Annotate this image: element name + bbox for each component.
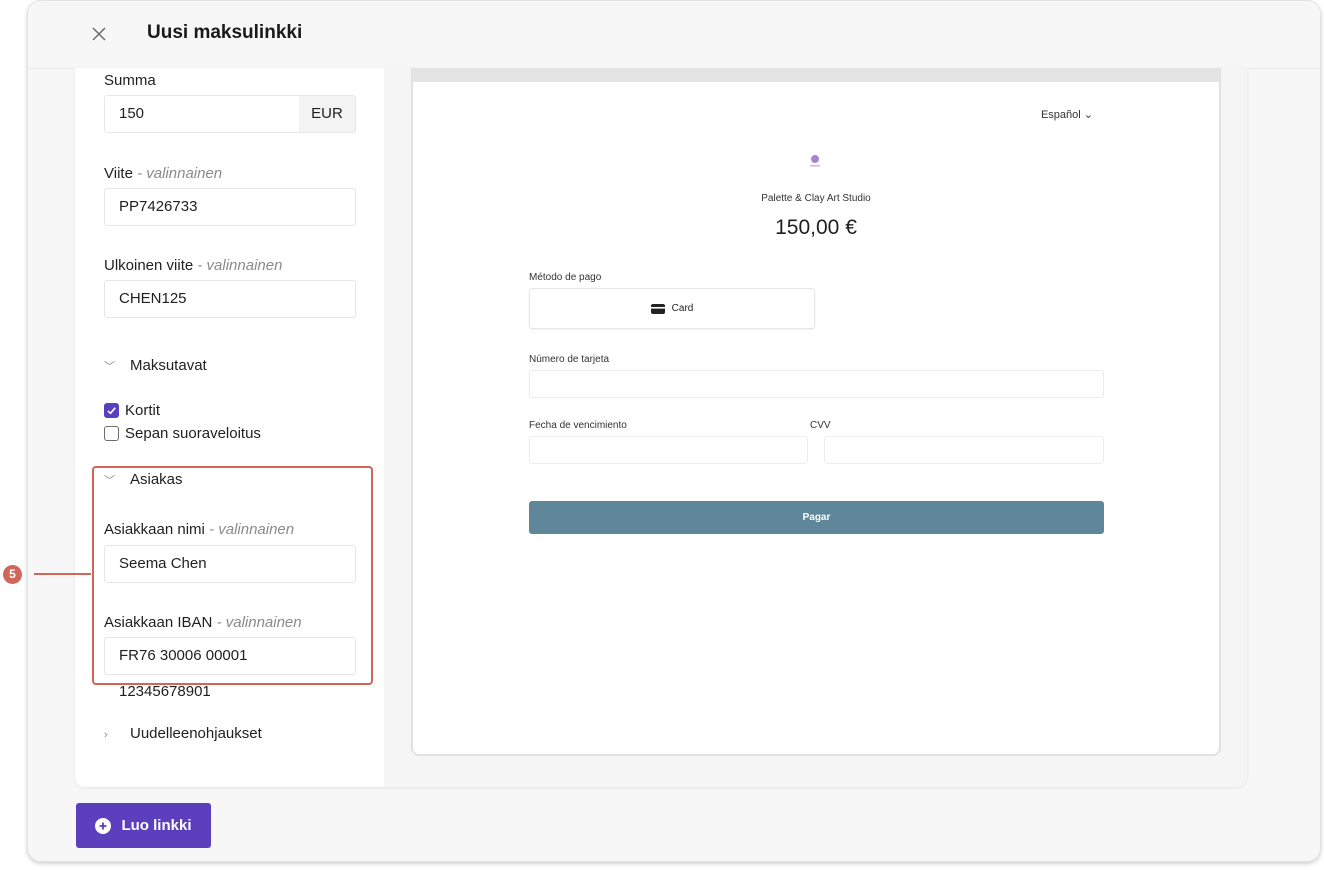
checkout-amount: 150,00 € [775,216,857,239]
checkbox-unchecked-icon [104,426,119,441]
external-reference-input[interactable]: CHEN125 [104,280,356,318]
checkout-preview: Español ⌄ Palette & Clay Art Studio 150,… [411,68,1221,756]
close-button[interactable] [88,23,110,45]
callout-line [34,573,91,575]
page-title: Uusi maksulinkki [147,22,303,43]
card-icon [650,303,665,314]
plus-circle-icon [95,817,112,834]
card-number-input[interactable] [529,370,1104,398]
payment-method-label: Método de pago [529,272,602,283]
callout-badge: 5 [3,565,22,584]
reference-label: Viite - valinnainen [104,165,223,182]
pay-button[interactable]: Pagar [529,501,1104,534]
chevron-down-icon: ⌄ [1083,109,1093,121]
external-reference-label: Ulkoinen viite - valinnainen [104,257,283,274]
checkbox-checked-icon [104,403,119,418]
close-icon [92,27,106,41]
merchant-name: Palette & Clay Art Studio [761,193,871,204]
customer-highlight-box [92,466,373,685]
cvv-label: CVV [810,420,831,431]
expiry-input[interactable] [529,436,808,464]
create-link-button[interactable]: Luo linkki [76,803,211,848]
section-redirects[interactable]: › Uudelleenohjaukset [104,725,262,742]
currency-unit: EUR [299,95,356,133]
modal-header: Uusi maksulinkki [28,1,1320,69]
card-number-label: Número de tarjeta [529,354,610,365]
cvv-input[interactable] [824,436,1104,464]
payment-method-card[interactable]: Card [529,288,815,329]
amount-input[interactable]: 150 [104,95,300,133]
chevron-right-icon: › [104,729,108,741]
amount-label: Summa [104,72,156,89]
section-payment-methods[interactable]: ﹀ Maksutavat [104,357,207,374]
checkbox-cards[interactable]: Kortit [104,402,160,419]
checkbox-sepa[interactable]: Sepan suoraveloitus [104,425,261,442]
logo-icon [810,155,820,167]
reference-input[interactable]: PP7426733 [104,188,356,226]
expiry-label: Fecha de vencimiento [529,420,627,431]
chevron-down-icon: ﹀ [104,361,115,373]
language-selector[interactable]: Español ⌄ [1041,108,1093,121]
